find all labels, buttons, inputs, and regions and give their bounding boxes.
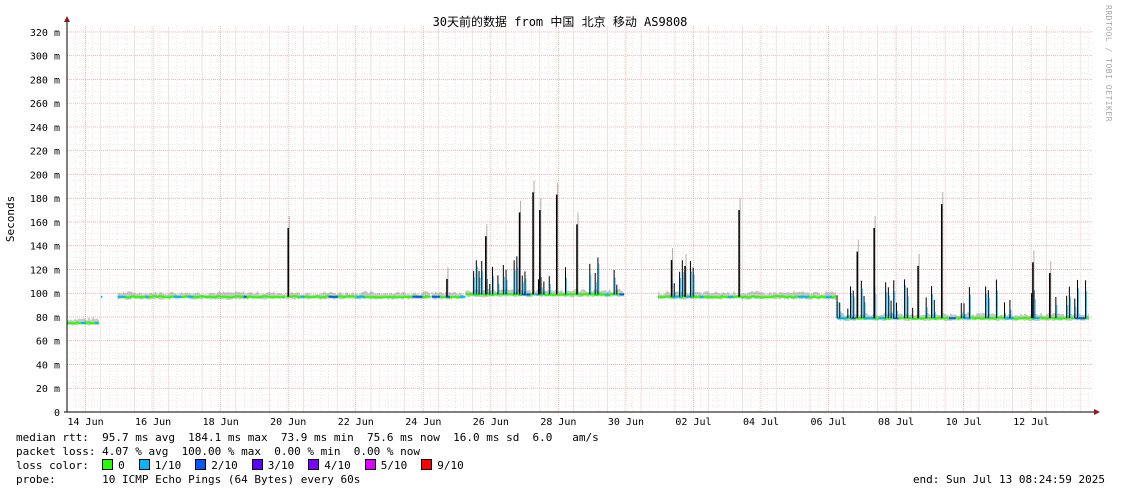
- loss-color-label-item: 3/10: [267, 459, 295, 472]
- x-tick-label: 10 Jul: [946, 417, 982, 428]
- y-tick-label: 60 m: [36, 337, 60, 348]
- loss-color-swatch: [102, 459, 114, 470]
- probe-info: probe: 10 ICMP Echo Pings (64 Bytes) eve…: [16, 473, 361, 486]
- loss-color-item: 3/10: [251, 459, 295, 472]
- loss-color-item: 0: [102, 459, 125, 472]
- x-tick-label: 02 Jul: [675, 417, 711, 428]
- y-tick-label: 280 m: [30, 75, 60, 86]
- loss-color-label-item: 4/10: [324, 459, 351, 472]
- y-tick-label: 180 m: [30, 194, 60, 205]
- y-tick-label: 220 m: [30, 147, 60, 158]
- loss-color-label-item: 9/10: [437, 459, 464, 472]
- x-tick-label: 22 Jun: [338, 417, 374, 428]
- loss-color-label-item: 5/10: [380, 459, 408, 472]
- loss-color-label: loss color:: [16, 459, 89, 472]
- x-axis-arrow: [1094, 409, 1100, 415]
- loss-color-label-item: 0: [118, 459, 125, 472]
- y-tick-label: 260 m: [30, 99, 60, 110]
- y-axis-arrow: [64, 16, 70, 22]
- x-tick-label: 28 Jun: [540, 417, 576, 428]
- y-tick-label: 160 m: [30, 218, 60, 229]
- x-tick-label: 12 Jul: [1013, 417, 1049, 428]
- loss-color-item: 5/10: [364, 459, 408, 472]
- end-timestamp: end: Sun Jul 13 08:24:59 2025: [912, 473, 1105, 486]
- loss-color-swatch: [308, 459, 320, 470]
- x-tick-label: 24 Jun: [405, 417, 441, 428]
- packet-loss-stats: packet loss: 4.07 % avg 100.00 % max 0.0…: [16, 445, 420, 458]
- y-axis-ticks: 0 20 m 40 m 60 m 80 m 100 m 120 m 140 m 160 m 180…: [30, 28, 60, 419]
- loss-color-items: 0 1/10 2/10 3/10 4/10 5/10 9/10: [102, 459, 478, 472]
- x-tick-label: 26 Jun: [473, 417, 509, 428]
- y-tick-label: 240 m: [30, 123, 60, 134]
- loss-color-item: 4/10: [308, 459, 351, 472]
- plot-area: [66, 180, 1090, 326]
- x-tick-label: 16 Jun: [135, 417, 171, 428]
- loss-color-item: 9/10: [421, 459, 464, 472]
- loss-color-label-item: 1/10: [154, 459, 182, 472]
- chart-title: 30天前的数据 from 中国 北京 移动 AS9808: [433, 14, 688, 29]
- rrdtool-watermark: RRDTOOL / TOBI OETIKER: [1104, 5, 1113, 122]
- x-tick-label: 04 Jul: [743, 417, 779, 428]
- x-tick-label: 14 Jun: [68, 417, 104, 428]
- loss-color-swatch: [421, 459, 433, 470]
- loss-color-label-item: 2/10: [211, 459, 238, 472]
- grid: [66, 26, 1092, 413]
- y-tick-label: 80 m: [36, 313, 60, 324]
- rtt-smoke: [67, 317, 99, 326]
- y-tick-label: 120 m: [30, 265, 60, 276]
- y-tick-label: 20 m: [36, 384, 60, 395]
- x-tick-label: 08 Jul: [878, 417, 914, 428]
- x-tick-label: 06 Jul: [811, 417, 847, 428]
- median-rtt-stats: median rtt: 95.7 ms avg 184.1 ms max 73.…: [16, 431, 599, 444]
- x-tick-label: 18 Jun: [203, 417, 239, 428]
- loss-color-swatch: [364, 459, 376, 470]
- y-tick-label: 0: [54, 408, 60, 419]
- y-tick-label: 300 m: [30, 52, 60, 63]
- x-axis-ticks: 14 Jun 16 Jun 18 Jun 20 Jun 22 Jun 24 Jun 26 J…: [68, 417, 1050, 428]
- loss-color-swatch: [251, 459, 263, 470]
- x-tick-label: 30 Jun: [608, 417, 644, 428]
- loss-color-item: 2/10: [195, 459, 238, 472]
- loss-color-swatch: [195, 459, 207, 470]
- y-axis-label: Seconds: [4, 196, 17, 242]
- y-tick-label: 320 m: [30, 28, 60, 39]
- x-tick-label: 20 Jun: [270, 417, 306, 428]
- loss-color-legend: loss color: 0 1/10 2/10 3/10 4/10 5/10 9/10: [16, 459, 478, 473]
- smokeping-chart: 30天前的数据 from 中国 北京 移动 AS9808 Seconds 0 20…: [4, 14, 1100, 428]
- loss-color-swatch: [138, 459, 150, 470]
- y-tick-label: 200 m: [30, 170, 60, 181]
- loss-color-item: 1/10: [138, 459, 182, 472]
- y-tick-label: 140 m: [30, 242, 60, 253]
- y-tick-label: 40 m: [36, 360, 60, 371]
- y-tick-label: 100 m: [30, 289, 60, 300]
